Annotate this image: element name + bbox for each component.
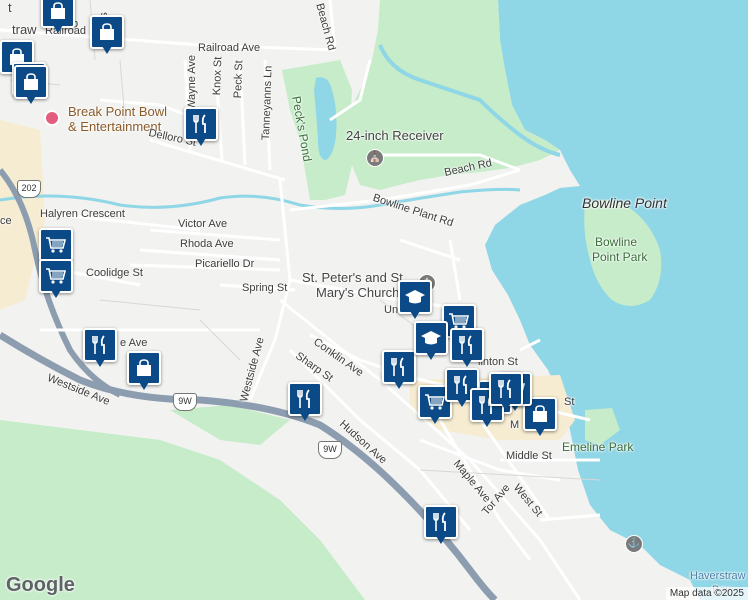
- marina-icon[interactable]: ⚓: [625, 535, 643, 553]
- bowling-icon[interactable]: [44, 110, 60, 126]
- street-label: Middle St: [506, 450, 552, 462]
- landmark-icon[interactable]: ⛪: [366, 149, 384, 167]
- restaurant-pin[interactable]: [382, 350, 416, 392]
- corner-label: t: [8, 0, 12, 15]
- grocery-cart-pin[interactable]: [39, 259, 73, 301]
- bowling-label[interactable]: Break Point Bowl: [68, 104, 167, 119]
- street-label: Knox St: [211, 56, 225, 96]
- route-9w-shield: 9W: [173, 393, 197, 411]
- haverstraw-town-label[interactable]: traw: [12, 22, 37, 37]
- restaurant-pin[interactable]: [450, 328, 484, 370]
- google-logo: Google: [6, 574, 75, 596]
- shopping-bag-icon: [90, 15, 124, 49]
- street-label: Peck St: [232, 60, 246, 99]
- street-label: Spring St: [242, 282, 288, 294]
- map-canvas[interactable]: [0, 0, 748, 600]
- street-label: Picariello Dr: [195, 258, 255, 270]
- bowline-point-label[interactable]: Bowline Point: [582, 196, 667, 210]
- street-label: Rhoda Ave: [180, 238, 234, 250]
- shopping-bag-pin[interactable]: [14, 65, 48, 107]
- shopping-bag-pin[interactable]: [90, 15, 124, 57]
- restaurant-icon: [184, 107, 218, 141]
- restaurant-pin[interactable]: [288, 382, 322, 424]
- restaurant-icon: [382, 350, 416, 384]
- school-pin[interactable]: [414, 321, 448, 363]
- shopping-bag-icon: [14, 65, 48, 99]
- receiver-label[interactable]: 24-inch Receiver: [346, 128, 444, 143]
- street-label: St: [564, 396, 575, 408]
- map-copyright: Map data ©2025: [665, 587, 748, 600]
- emeline-park-label[interactable]: Emeline Park: [562, 440, 633, 454]
- church-label[interactable]: Mary's Church: [316, 285, 399, 300]
- street-label: Victor Ave: [178, 218, 228, 230]
- street-label: Wayne Ave: [186, 54, 198, 110]
- route-9w-shield: 9W: [318, 441, 342, 459]
- school-pin[interactable]: [398, 280, 432, 322]
- street-label: Coolidge St: [86, 267, 143, 279]
- shopping-bag-icon: [127, 351, 161, 385]
- bowline-park-label[interactable]: Point Park: [592, 250, 647, 264]
- shopping-bag-pin[interactable]: [41, 0, 75, 36]
- shopping-bag-icon: [41, 0, 75, 28]
- restaurant-icon: [288, 382, 322, 416]
- restaurant-pin[interactable]: [489, 372, 523, 414]
- school-icon: [414, 321, 448, 355]
- restaurant-icon: [450, 328, 484, 362]
- street-label: Halyren Crescent: [40, 208, 125, 220]
- church-label[interactable]: St. Peter's and St: [302, 270, 403, 285]
- street-label: e Ave: [120, 337, 148, 349]
- shopping-bag-pin[interactable]: [127, 351, 161, 393]
- grocery-cart-icon: [39, 259, 73, 293]
- restaurant-pin[interactable]: [424, 505, 458, 547]
- haverstraw-bay-label[interactable]: Haverstraw: [690, 570, 746, 582]
- street-label: ce: [0, 215, 12, 227]
- restaurant-icon: [83, 328, 117, 362]
- restaurant-icon: [489, 372, 523, 406]
- restaurant-pin[interactable]: [83, 328, 117, 370]
- bowline-park-label[interactable]: Bowline: [595, 235, 637, 249]
- bowling-label[interactable]: & Entertainment: [68, 119, 161, 134]
- school-icon: [398, 280, 432, 314]
- restaurant-pin[interactable]: [184, 107, 218, 149]
- street-label: Railroad Ave: [198, 42, 261, 54]
- grocery-cart-icon: [39, 228, 73, 262]
- restaurant-icon: [424, 505, 458, 539]
- route-202-shield: 202: [17, 180, 41, 198]
